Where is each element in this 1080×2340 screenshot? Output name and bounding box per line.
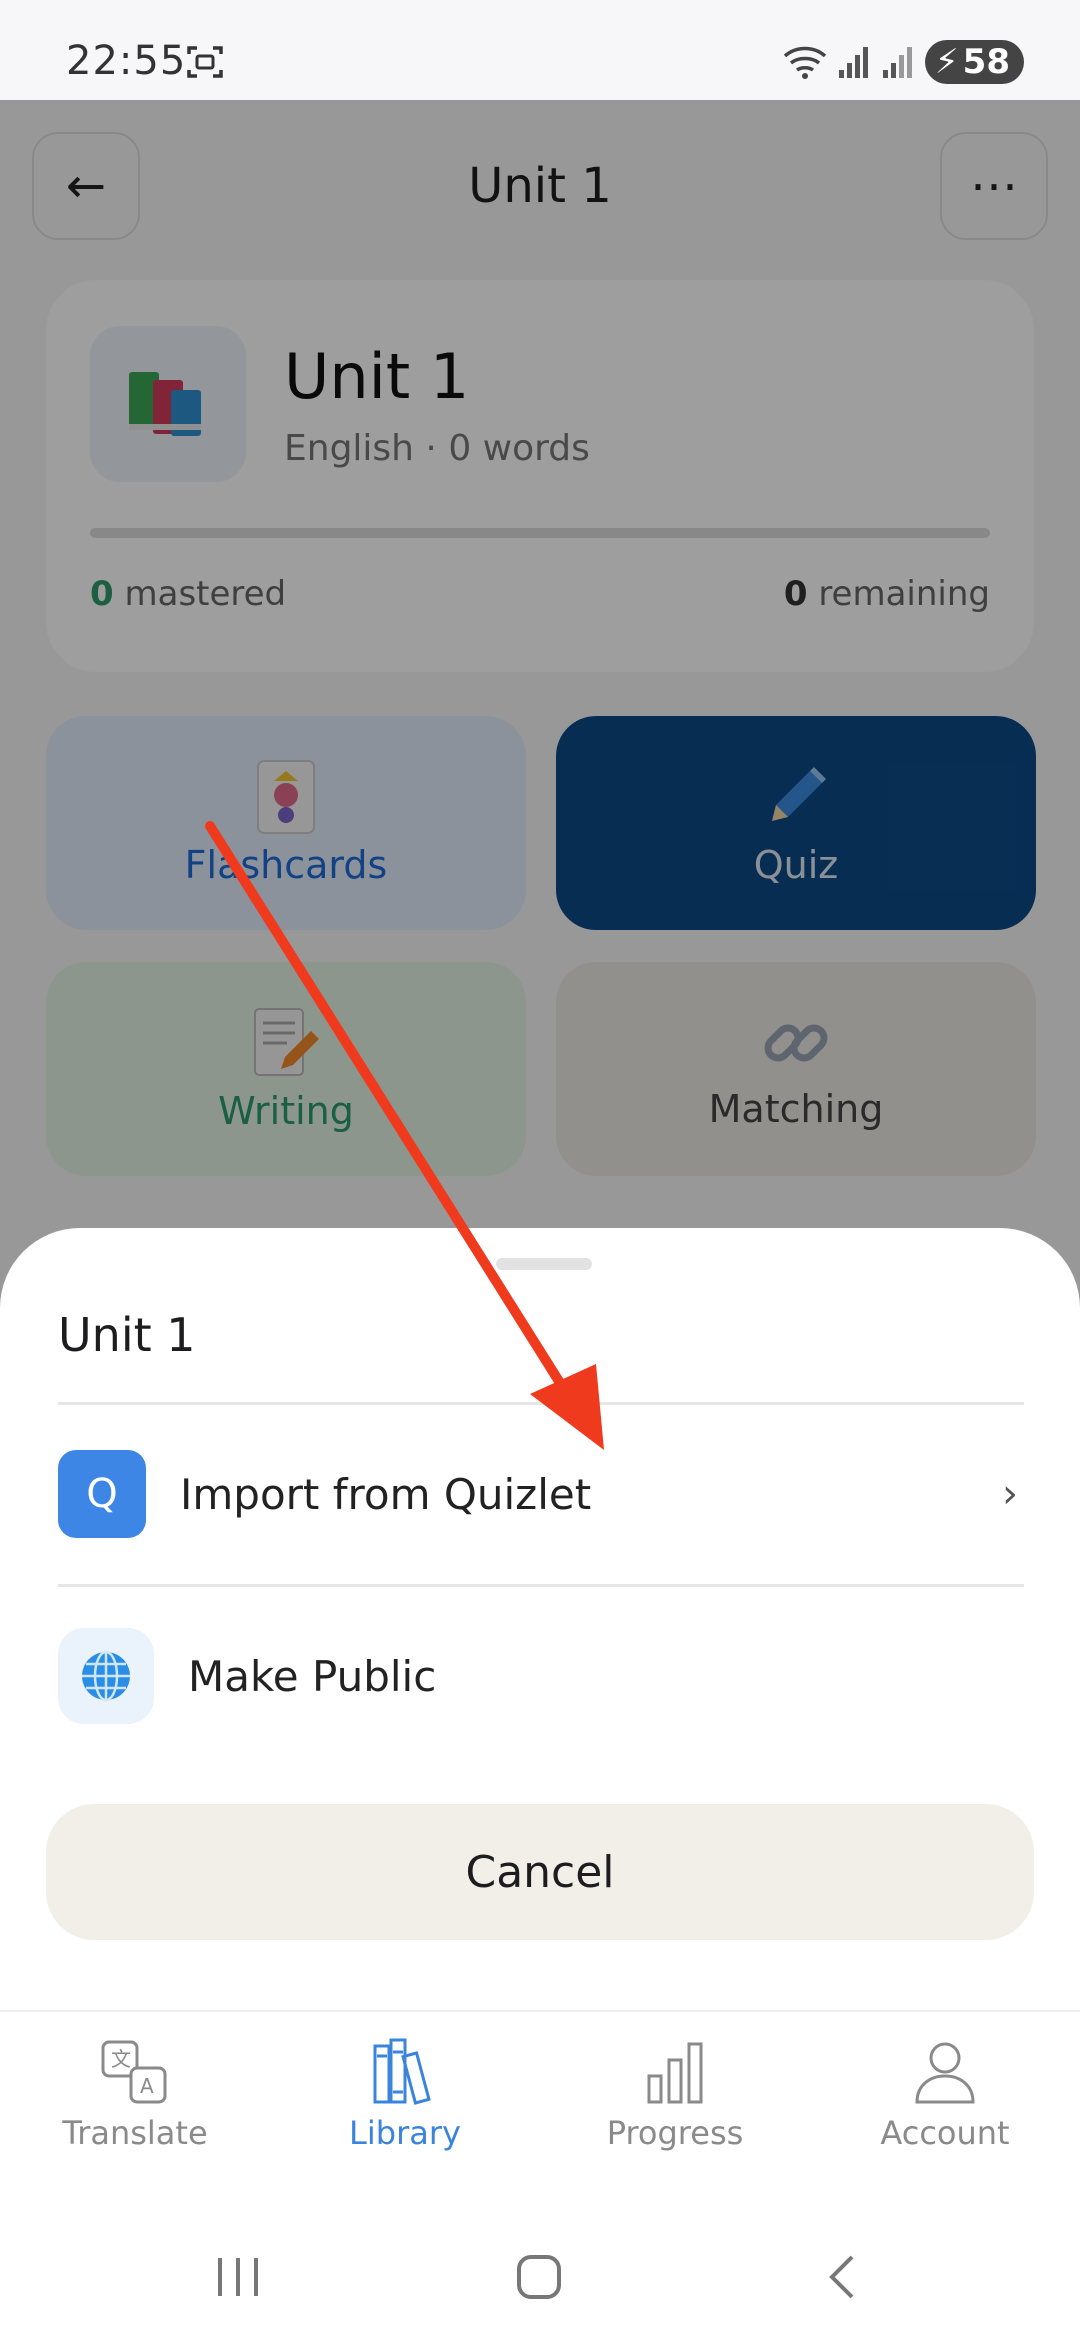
nav-account-label: Account xyxy=(880,2114,1010,2152)
home-icon[interactable] xyxy=(514,2252,564,2302)
progress-icon xyxy=(647,2042,703,2104)
wifi-icon xyxy=(783,46,826,79)
svg-text:A: A xyxy=(140,2074,154,2098)
chevron-right-icon: › xyxy=(1002,1471,1018,1517)
translate-icon: 文 A xyxy=(101,2040,167,2104)
globe-icon xyxy=(58,1628,154,1724)
battery-indicator: ⚡ 58 xyxy=(924,40,1024,84)
nav-translate-label: Translate xyxy=(62,2114,208,2152)
screenshot-icon xyxy=(187,46,223,78)
nav-item-translate[interactable]: 文 A Translate xyxy=(0,2012,270,2210)
make-public-option[interactable]: Make Public xyxy=(58,1586,1024,1766)
svg-text:文: 文 xyxy=(111,2047,131,2071)
status-time: 22:55 xyxy=(66,38,187,84)
system-nav-bar xyxy=(0,2210,1080,2340)
sheet-title: Unit 1 xyxy=(58,1308,196,1362)
cancel-button[interactable]: Cancel xyxy=(46,1804,1034,1940)
battery-level: 58 xyxy=(962,42,1010,82)
signal-icon xyxy=(838,47,868,78)
system-back-icon[interactable] xyxy=(818,2252,868,2302)
nav-progress-label: Progress xyxy=(606,2114,744,2152)
status-icons: ⚡ 58 xyxy=(783,40,1024,84)
import-from-quizlet-option[interactable]: Q Import from Quizlet › xyxy=(58,1404,1024,1584)
status-bar: 22:55 ⚡ 58 xyxy=(0,0,1080,100)
signal-icon-2 xyxy=(882,47,912,78)
account-icon xyxy=(915,2042,975,2104)
import-from-quizlet-label: Import from Quizlet xyxy=(180,1469,592,1519)
nav-item-library[interactable]: Library xyxy=(270,2012,540,2210)
options-bottom-sheet: Unit 1 Q Import from Quizlet › Make Publ… xyxy=(0,1228,1080,2010)
nav-item-progress[interactable]: Progress xyxy=(540,2012,810,2210)
nav-library-label: Library xyxy=(349,2114,461,2152)
charging-icon: ⚡ xyxy=(934,42,959,82)
quizlet-icon: Q xyxy=(58,1450,146,1538)
sheet-drag-handle[interactable] xyxy=(496,1258,592,1270)
library-icon xyxy=(373,2038,431,2105)
nav-item-account[interactable]: Account xyxy=(810,2012,1080,2210)
bottom-nav: 文 A Translate Library Progress Account xyxy=(0,2010,1080,2210)
make-public-label: Make Public xyxy=(188,1651,437,1701)
recents-icon[interactable] xyxy=(214,2252,264,2302)
